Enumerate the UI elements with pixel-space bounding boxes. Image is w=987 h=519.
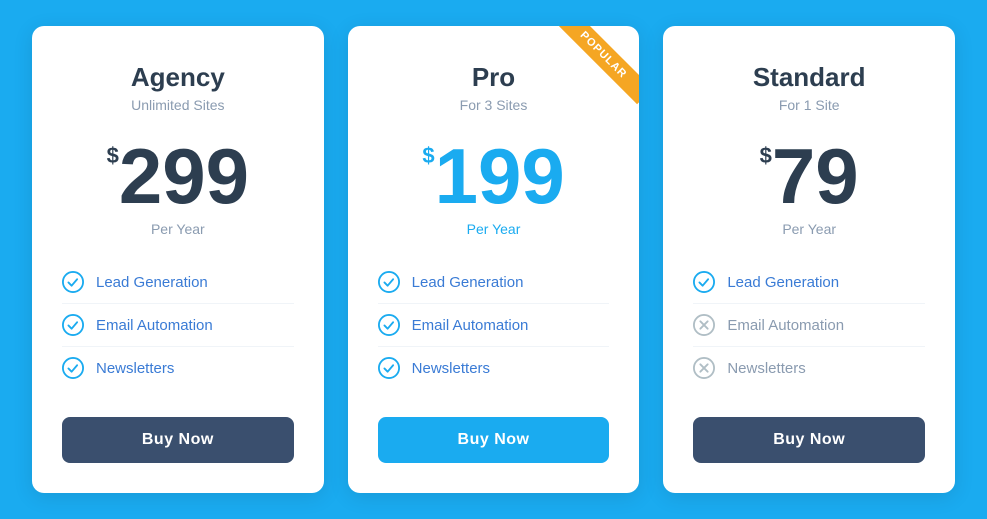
feature-label: Lead Generation bbox=[96, 274, 208, 291]
check-icon bbox=[378, 357, 400, 379]
check-icon bbox=[693, 271, 715, 293]
price-period: Per Year bbox=[782, 221, 836, 237]
feature-label: Newsletters bbox=[96, 360, 174, 377]
check-icon bbox=[62, 271, 84, 293]
price-period: Per Year bbox=[467, 221, 521, 237]
feature-label: Email Automation bbox=[727, 317, 844, 334]
plan-card-agency: Agency Unlimited Sites $ 299 Per Year Le… bbox=[32, 26, 324, 493]
feature-label: Newsletters bbox=[412, 360, 490, 377]
plan-subtitle: For 3 Sites bbox=[460, 97, 528, 113]
features-list: Lead Generation Email Automation Newslet… bbox=[378, 261, 610, 389]
feature-item: Lead Generation bbox=[62, 261, 294, 304]
buy-button-agency[interactable]: Buy Now bbox=[62, 417, 294, 463]
feature-item: Newsletters bbox=[378, 347, 610, 389]
check-icon bbox=[378, 314, 400, 336]
buy-button-pro[interactable]: Buy Now bbox=[378, 417, 610, 463]
pricing-container: Agency Unlimited Sites $ 299 Per Year Le… bbox=[20, 26, 967, 493]
check-icon bbox=[378, 271, 400, 293]
feature-item: Lead Generation bbox=[693, 261, 925, 304]
price-amount: 199 bbox=[435, 137, 565, 215]
features-list: Lead Generation Email Automation Newslet… bbox=[693, 261, 925, 389]
price-symbol: $ bbox=[107, 145, 119, 167]
check-icon bbox=[62, 357, 84, 379]
feature-label: Email Automation bbox=[96, 317, 213, 334]
popular-ribbon: POPULAR bbox=[549, 26, 639, 116]
cross-icon bbox=[693, 357, 715, 379]
feature-item: Lead Generation bbox=[378, 261, 610, 304]
cross-icon bbox=[693, 314, 715, 336]
check-icon bbox=[62, 314, 84, 336]
plan-name: Pro bbox=[472, 62, 515, 93]
price-symbol: $ bbox=[422, 145, 434, 167]
price-period: Per Year bbox=[151, 221, 205, 237]
feature-label: Lead Generation bbox=[412, 274, 524, 291]
plan-card-standard: Standard For 1 Site $ 79 Per Year Lead G… bbox=[663, 26, 955, 493]
feature-item: Email Automation bbox=[378, 304, 610, 347]
features-list: Lead Generation Email Automation Newslet… bbox=[62, 261, 294, 389]
feature-label: Email Automation bbox=[412, 317, 529, 334]
popular-label: POPULAR bbox=[554, 26, 639, 104]
price-symbol: $ bbox=[760, 145, 772, 167]
price-amount: 299 bbox=[119, 137, 249, 215]
price-block: $ 199 bbox=[422, 137, 564, 215]
plan-subtitle: Unlimited Sites bbox=[131, 97, 224, 113]
plan-name: Standard bbox=[753, 62, 866, 93]
feature-item: Email Automation bbox=[62, 304, 294, 347]
feature-label: Lead Generation bbox=[727, 274, 839, 291]
feature-item: Newsletters bbox=[693, 347, 925, 389]
feature-label: Newsletters bbox=[727, 360, 805, 377]
buy-button-standard[interactable]: Buy Now bbox=[693, 417, 925, 463]
plan-name: Agency bbox=[131, 62, 225, 93]
feature-item: Email Automation bbox=[693, 304, 925, 347]
plan-subtitle: For 1 Site bbox=[779, 97, 840, 113]
price-block: $ 79 bbox=[760, 137, 859, 215]
price-amount: 79 bbox=[772, 137, 859, 215]
price-block: $ 299 bbox=[107, 137, 249, 215]
feature-item: Newsletters bbox=[62, 347, 294, 389]
plan-card-pro: POPULAR Pro For 3 Sites $ 199 Per Year L… bbox=[348, 26, 640, 493]
